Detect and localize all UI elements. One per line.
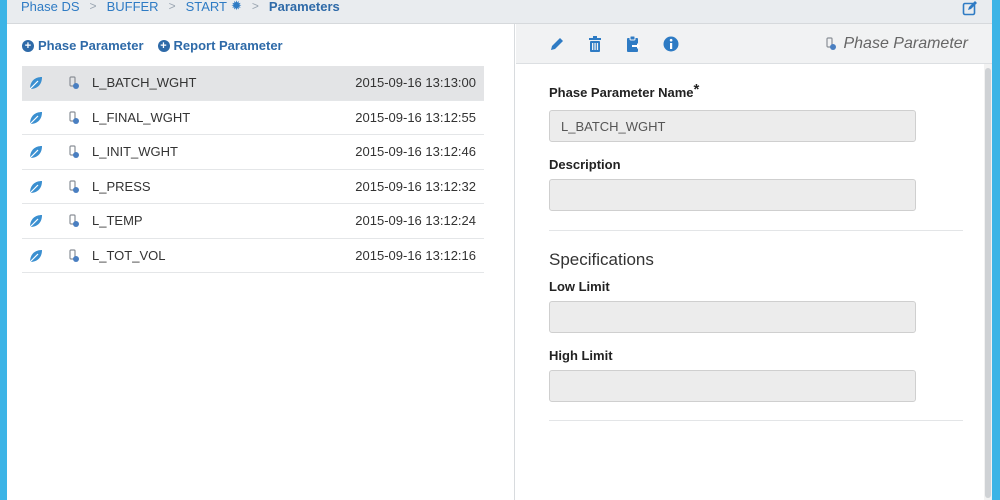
scrollbar[interactable] — [984, 64, 992, 500]
high-limit-label: High Limit — [549, 348, 613, 363]
breadcrumb-separator: > — [89, 0, 97, 13]
add-phase-parameter-label: Phase Parameter — [38, 38, 144, 53]
parameter-tag-icon — [69, 76, 79, 89]
parameter-row[interactable]: L_INIT_WGHT 2015-09-16 13:12:46 — [22, 135, 484, 170]
parameter-name: L_FINAL_WGHT — [92, 109, 191, 125]
specifications-heading: Specifications — [549, 250, 654, 269]
parameter-tag-icon — [69, 110, 79, 124]
breadcrumb-separator: > — [251, 0, 259, 13]
top-bar: Phase DS > BUFFER > START ✹ > Parameters — [7, 0, 992, 24]
parameter-tag-icon — [69, 179, 79, 193]
breadcrumb: Phase DS > BUFFER > START ✹ > Parameters — [21, 0, 340, 14]
breadcrumb-separator: > — [168, 0, 176, 13]
breadcrumb-parameters: Parameters — [268, 0, 340, 14]
breadcrumb-phase-ds[interactable]: Phase DS — [21, 0, 80, 14]
edit-window-icon[interactable] — [962, 0, 978, 16]
parameter-row[interactable]: L_FINAL_WGHT 2015-09-16 13:12:55 — [22, 101, 484, 135]
parameter-tag-icon — [69, 145, 79, 158]
parameter-name: L_TOT_VOL — [92, 247, 166, 263]
parameter-timestamp: 2015-09-16 13:12:55 — [355, 109, 476, 125]
scrollbar-thumb[interactable] — [985, 68, 991, 498]
parameter-timestamp: 2015-09-16 13:12:24 — [355, 213, 476, 229]
info-icon[interactable] — [662, 35, 680, 53]
low-limit-label: Low Limit — [549, 279, 610, 294]
description-label: Description — [549, 157, 621, 172]
parameter-timestamp: 2015-09-16 13:12:46 — [355, 144, 476, 160]
parameter-timestamp: 2015-09-16 13:12:32 — [355, 178, 476, 194]
add-actions: + Phase Parameter + Report Parameter — [22, 38, 283, 53]
add-report-parameter-button[interactable]: + Report Parameter — [157, 38, 283, 53]
add-report-parameter-label: Report Parameter — [173, 38, 283, 53]
section-divider — [549, 420, 963, 421]
parameter-row[interactable]: L_PRESS 2015-09-16 13:12:32 — [22, 170, 484, 204]
name-label: Phase Parameter Name* — [549, 81, 700, 101]
leaf-icon — [29, 111, 42, 124]
high-limit-field[interactable] — [549, 370, 916, 402]
phase-parameter-name-field[interactable]: L_BATCH_WGHT — [549, 110, 916, 142]
detail-toolbar: Phase Parameter — [516, 24, 992, 64]
breadcrumb-start[interactable]: START — [186, 0, 227, 14]
low-limit-field[interactable] — [549, 301, 916, 333]
parameter-list-panel: + Phase Parameter + Report Parameter L_B… — [7, 24, 515, 500]
parameter-row[interactable]: L_TEMP 2015-09-16 13:12:24 — [22, 204, 484, 239]
parameter-tag-icon — [826, 37, 837, 50]
clipboard-icon[interactable] — [624, 35, 642, 53]
required-mark: * — [693, 81, 700, 98]
parameter-name: L_PRESS — [92, 178, 151, 194]
section-divider — [549, 230, 963, 231]
description-field[interactable] — [549, 179, 916, 211]
pencil-icon[interactable] — [548, 35, 566, 53]
leaf-icon — [29, 215, 42, 228]
parameter-name: L_BATCH_WGHT — [92, 75, 197, 91]
parameter-row[interactable]: L_BATCH_WGHT 2015-09-16 13:13:00 — [22, 66, 484, 101]
panel-title: Phase Parameter — [825, 35, 968, 53]
plus-circle-icon: + — [22, 39, 34, 52]
parameter-timestamp: 2015-09-16 13:13:00 — [355, 75, 476, 91]
parameter-timestamp: 2015-09-16 13:12:16 — [355, 247, 476, 263]
parameter-row[interactable]: L_TOT_VOL 2015-09-16 13:12:16 — [22, 239, 484, 273]
plus-circle-icon: + — [157, 39, 170, 52]
parameter-tag-icon — [69, 214, 79, 227]
detail-panel: Phase Parameter Phase Parameter Name* L_… — [516, 24, 992, 500]
parameter-list: L_BATCH_WGHT 2015-09-16 13:13:00 L_FINAL_W… — [22, 66, 484, 273]
leaf-icon — [29, 146, 42, 159]
burst-icon: ✹ — [231, 0, 242, 13]
parameter-name: L_INIT_WGHT — [92, 144, 178, 160]
breadcrumb-buffer[interactable]: BUFFER — [107, 0, 159, 14]
panel-title-text: Phase Parameter — [843, 35, 968, 52]
parameter-name: L_TEMP — [92, 213, 143, 229]
leaf-icon — [29, 249, 42, 262]
name-label-text: Phase Parameter Name — [549, 85, 694, 100]
leaf-icon — [29, 180, 42, 193]
trash-icon[interactable] — [586, 35, 604, 53]
parameter-tag-icon — [69, 248, 79, 262]
leaf-icon — [29, 77, 42, 90]
add-phase-parameter-button[interactable]: + Phase Parameter — [22, 38, 144, 53]
